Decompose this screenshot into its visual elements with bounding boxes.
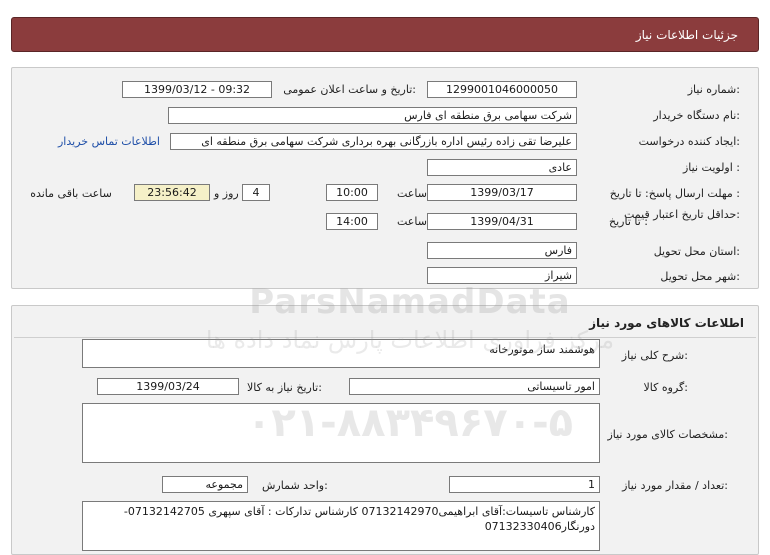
remaining-time-field: 23:56:42 <box>134 184 210 201</box>
unit-label: واحد شمارش: <box>262 479 328 492</box>
announce-date-label: تاریخ و ساعت اعلان عمومی: <box>283 83 416 96</box>
buyer-notes-field: کارشناس تاسیسات:آقای ابراهیمی07132142970… <box>82 501 600 551</box>
quantity-label: تعداد / مقدار مورد نیاز: <box>622 479 728 492</box>
price-validity-time-field: 14:00 <box>326 213 378 230</box>
price-validity-time-label: ساعت <box>397 215 427 228</box>
days-remaining-field: 4 <box>242 184 270 201</box>
buyer-org-label: نام دستگاه خریدار: <box>653 109 740 122</box>
general-desc-label: شرح کلی نیاز: <box>621 349 688 362</box>
requester-label: ایجاد کننده درخواست: <box>638 135 740 148</box>
page-title: جزئیات اطلاعات نیاز <box>11 17 759 52</box>
city-label: شهر محل تحویل: <box>660 270 740 283</box>
goods-section-title: اطلاعات کالاهای مورد نیاز <box>589 316 744 330</box>
goods-group-label: گروه کالا: <box>643 381 688 394</box>
province-field: فارس <box>427 242 577 259</box>
response-time-label: ساعت <box>397 187 427 200</box>
need-date-field: 1399/03/24 <box>97 378 239 395</box>
days-label: روز و <box>214 187 239 200</box>
price-validity-to-label: تا تاریخ : <box>609 215 648 228</box>
announce-date-field: 1399/03/12 - 09:32 <box>122 81 272 98</box>
specs-field <box>82 403 600 463</box>
priority-label: اولویت نیاز : <box>682 161 740 174</box>
unit-field: مجموعه <box>162 476 248 493</box>
need-number-field: 1299001046000050 <box>427 81 577 98</box>
goods-info-panel: اطلاعات کالاهای مورد نیاز شرح کلی نیاز: … <box>11 305 759 555</box>
requester-field: علیرضا تقی زاده رئیس اداره بازرگانی بهره… <box>170 133 577 150</box>
need-info-panel: شماره نیاز: 1299001046000050 تاریخ و ساع… <box>11 67 759 289</box>
quantity-field: 1 <box>449 476 600 493</box>
buyer-org-field: شرکت سهامی برق منطقه ای فارس <box>168 107 577 124</box>
need-number-label: شماره نیاز: <box>687 83 740 96</box>
city-field: شیراز <box>427 267 577 284</box>
goods-group-field: امور تاسیساتی <box>349 378 600 395</box>
need-date-label: تاریخ نیاز به کالا: <box>247 381 322 394</box>
response-date-field: 1399/03/17 <box>427 184 577 201</box>
province-label: استان محل تحویل: <box>653 245 740 258</box>
general-desc-field: هوشمند ساز موتورخانه <box>82 339 600 368</box>
priority-field: عادی <box>427 159 577 176</box>
response-time-field: 10:00 <box>326 184 378 201</box>
section-divider <box>14 337 756 338</box>
price-validity-date-field: 1399/04/31 <box>427 213 577 230</box>
response-deadline-label: مهلت ارسال پاسخ: تا تاریخ : <box>609 187 740 200</box>
buyer-contact-link[interactable]: اطلاعات تماس خریدار <box>58 135 160 148</box>
remaining-label: ساعت باقی مانده <box>30 187 112 200</box>
specs-label: مشخصات کالای مورد نیاز: <box>607 428 728 441</box>
